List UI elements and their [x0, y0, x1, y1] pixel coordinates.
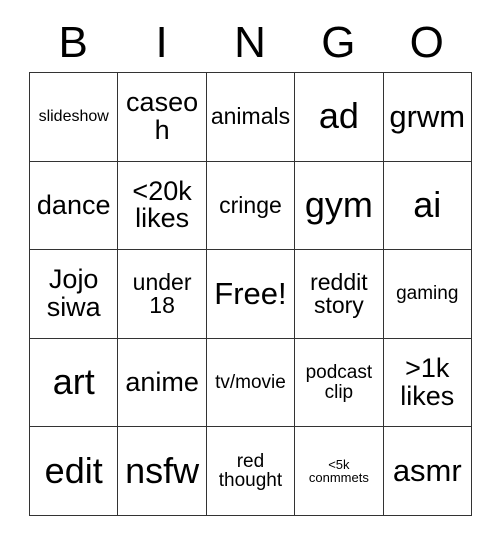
bingo-cell-n1[interactable]: animals [206, 73, 296, 162]
bingo-cell-i2[interactable]: <20k likes [118, 161, 207, 251]
bingo-cell-label: anime [125, 366, 199, 397]
bingo-cell-label: nsfw [125, 449, 200, 491]
bingo-cell-o1[interactable]: grwm [383, 73, 472, 162]
bingo-cell-b5[interactable]: edit [30, 427, 119, 516]
bingo-grid: slideshow caseoh animals ad grwm dance <… [29, 72, 472, 516]
bingo-cell-label: >1k likes [400, 353, 455, 411]
bingo-cell-b4[interactable]: art [30, 338, 119, 428]
bingo-cell-label: asmr [392, 453, 462, 489]
bingo-header-letter-b: B [58, 18, 88, 67]
bingo-cell-label: podcast clip [305, 362, 373, 403]
bingo-cell-i4[interactable]: anime [118, 338, 207, 428]
bingo-cell-label: reddit story [310, 268, 368, 318]
bingo-cell-label: animals [210, 103, 291, 130]
bingo-cell-label: red thought [218, 450, 283, 492]
bingo-cell-label: <20k likes [132, 175, 192, 234]
bingo-cell-label: ad [318, 95, 359, 137]
bingo-cell-label: slideshow [38, 107, 109, 125]
bingo-cell-b2[interactable]: dance [30, 161, 119, 251]
bingo-cell-o2[interactable]: ai [383, 161, 472, 251]
bingo-cell-n5[interactable]: red thought [206, 427, 296, 516]
bingo-header-letter-n: N [234, 18, 266, 67]
bingo-cell-b3[interactable]: Jojo siwa [30, 250, 119, 339]
bingo-cell-o3[interactable]: gaming [383, 250, 472, 339]
bingo-cell-free-space[interactable]: Free! [206, 250, 296, 339]
bingo-cell-label: gaming [396, 283, 459, 305]
bingo-cell-g1[interactable]: ad [295, 73, 384, 162]
bingo-cell-i3[interactable]: under 18 [118, 250, 207, 339]
bingo-cell-label: dance [36, 189, 111, 220]
bingo-cell-g5[interactable]: <5k conmmets [295, 427, 384, 516]
bingo-cell-label: gym [304, 184, 373, 226]
bingo-header-letter-i: I [155, 18, 168, 67]
bingo-card: B I N G O slideshow caseoh animals ad gr… [29, 14, 472, 516]
bingo-cell-label: ai [413, 184, 442, 226]
bingo-header-letter-o: O [409, 18, 444, 67]
bingo-cell-i1[interactable]: caseoh [118, 73, 207, 162]
bingo-cell-n4[interactable]: tv/movie [206, 338, 296, 428]
bingo-cell-n2[interactable]: cringe [206, 161, 296, 251]
bingo-cell-label: art [52, 361, 95, 403]
bingo-cell-g3[interactable]: reddit story [295, 250, 384, 339]
bingo-cell-g2[interactable]: gym [295, 161, 384, 251]
bingo-cell-b1[interactable]: slideshow [30, 73, 119, 162]
bingo-cell-label: <5k conmmets [308, 456, 369, 486]
bingo-cell-label: tv/movie [215, 371, 286, 393]
bingo-cell-label: under 18 [132, 268, 192, 318]
bingo-cell-i5[interactable]: nsfw [118, 427, 207, 516]
bingo-cell-label: Jojo siwa [46, 264, 101, 322]
bingo-header-letter-g: G [321, 18, 356, 67]
bingo-cell-label: cringe [219, 191, 282, 218]
bingo-cell-label: edit [44, 449, 103, 491]
bingo-header-row: B I N G O [29, 14, 471, 72]
bingo-cell-o5[interactable]: asmr [383, 427, 472, 516]
bingo-cell-label: caseoh [126, 87, 199, 145]
bingo-cell-label: Free! [214, 276, 287, 312]
bingo-cell-o4[interactable]: >1k likes [383, 338, 472, 428]
bingo-cell-g4[interactable]: podcast clip [295, 338, 384, 428]
bingo-cell-label: grwm [389, 98, 466, 134]
